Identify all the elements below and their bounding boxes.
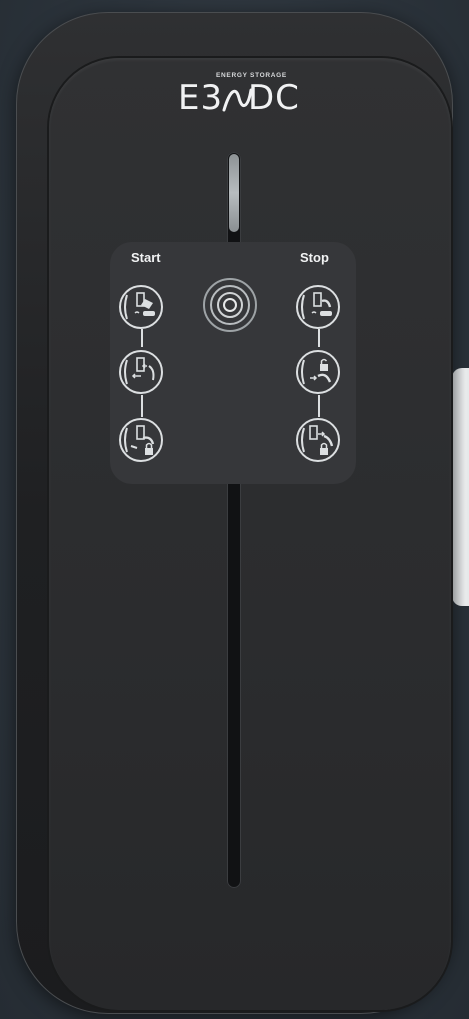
stop-connector-1: [318, 329, 320, 347]
brand-logo: E3 DC: [178, 78, 299, 122]
start-plug-in-icon: [119, 350, 163, 394]
logo-left-text: E3: [178, 78, 224, 118]
stop-card-key-icon: [296, 285, 340, 329]
stop-unplug-lock-icon: [296, 418, 340, 462]
rfid-waves-icon[interactable]: [201, 276, 259, 334]
logo-right-text: DC: [248, 78, 300, 118]
start-card-key-icon: [119, 285, 163, 329]
start-label: Start: [131, 250, 161, 265]
stop-unlock-plug-icon: [296, 350, 340, 394]
wallbox-front-panel: [49, 58, 451, 1010]
side-wall-mount-tab: [452, 368, 469, 606]
stop-connector-2: [318, 395, 320, 417]
start-plug-lock-icon: [119, 418, 163, 462]
stop-label: Stop: [300, 250, 329, 265]
start-connector-2: [141, 395, 143, 417]
led-indicator: [229, 154, 239, 232]
start-connector-1: [141, 329, 143, 347]
